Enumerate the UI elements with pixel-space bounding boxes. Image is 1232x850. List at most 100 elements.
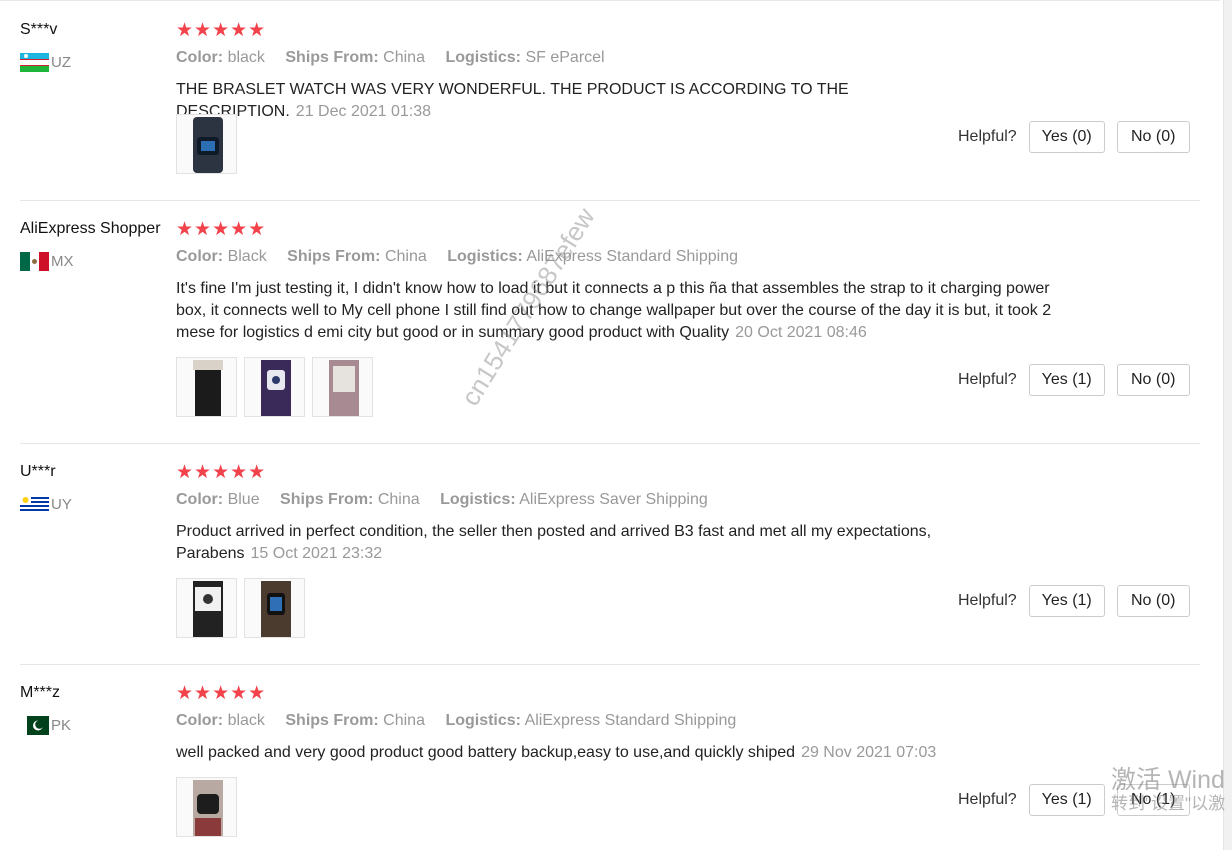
- review-date: 20 Oct 2021 08:46: [735, 324, 867, 341]
- review-body: THE BRASLET WATCH WAS VERY WONDERFUL. TH…: [176, 81, 849, 120]
- review-item: U***r UY ★★★★★ Color: Blue Ships From: C…: [0, 462, 1200, 665]
- review-photos: [176, 357, 373, 417]
- uruguay-flag-icon: [20, 495, 49, 514]
- reviewer-country: MX: [20, 252, 74, 271]
- helpful-no-button[interactable]: No (0): [1116, 364, 1190, 396]
- color-value: black: [227, 49, 265, 66]
- review-text: It's fine I'm just testing it, I didn't …: [176, 278, 1076, 344]
- color-value: Black: [227, 248, 267, 265]
- review-meta: Color: Black Ships From: China Logistics…: [176, 247, 1076, 267]
- country-code: UY: [51, 496, 72, 513]
- review-photos: [176, 578, 305, 638]
- review-photo[interactable]: [244, 578, 305, 638]
- helpful-yes-button[interactable]: Yes (1): [1028, 364, 1105, 396]
- review-photo[interactable]: [176, 777, 237, 837]
- review-text: Product arrived in perfect condition, th…: [176, 521, 1076, 565]
- review-body: It's fine I'm just testing it, I didn't …: [176, 280, 1052, 341]
- mexico-flag-icon: [20, 252, 49, 271]
- vertical-scrollbar[interactable]: [1223, 0, 1232, 850]
- color-key: Color:: [176, 49, 224, 66]
- star-rating: ★★★★★: [176, 462, 267, 483]
- helpful-no-button[interactable]: No (0): [1116, 121, 1190, 153]
- review-date: 29 Nov 2021 07:03: [801, 744, 937, 761]
- ships-from-key: Ships From:: [287, 248, 381, 265]
- review-divider: [20, 664, 1200, 665]
- ships-from-value: China: [384, 248, 427, 265]
- logistics-key: Logistics:: [447, 248, 523, 265]
- ships-from-key: Ships From:: [280, 491, 374, 508]
- star-rating: ★★★★★: [176, 219, 267, 240]
- review-body: well packed and very good product good b…: [176, 744, 796, 761]
- ships-from-key: Ships From:: [285, 49, 379, 66]
- ships-from-key: Ships From:: [285, 712, 379, 729]
- review-text: THE BRASLET WATCH WAS VERY WONDERFUL. TH…: [176, 79, 1076, 123]
- helpful-yes-button[interactable]: Yes (1): [1028, 585, 1105, 617]
- reviewer-info: S***v UZ: [20, 20, 71, 72]
- review-photo[interactable]: [176, 357, 237, 417]
- helpful-controls: Helpful? Yes (0) No (0): [958, 121, 1190, 153]
- review-meta: Color: black Ships From: China Logistics…: [176, 711, 1076, 731]
- review-content: ★★★★★ Color: black Ships From: China Log…: [176, 20, 1076, 123]
- pakistan-flag-icon: [20, 716, 49, 735]
- review-date: 21 Dec 2021 01:38: [295, 103, 432, 120]
- reviewer-name: M***z: [20, 684, 61, 701]
- reviewer-country: UZ: [20, 53, 71, 72]
- star-rating: ★★★★★: [176, 20, 267, 41]
- helpful-controls: Helpful? Yes (1) No (0): [958, 364, 1190, 396]
- reviewer-name: AliExpress Shopper: [20, 220, 161, 237]
- country-code: PK: [51, 717, 72, 734]
- review-divider: [20, 200, 1200, 201]
- ships-from-value: China: [377, 491, 420, 508]
- country-code: MX: [51, 253, 74, 270]
- logistics-value: SF eParcel: [525, 49, 605, 66]
- review-content: ★★★★★ Color: Black Ships From: China Log…: [176, 219, 1076, 344]
- review-date: 15 Oct 2021 23:32: [250, 545, 383, 562]
- review-photo[interactable]: [176, 114, 237, 174]
- star-rating: ★★★★★: [176, 683, 267, 704]
- review-divider: [20, 443, 1200, 444]
- review-text: well packed and very good product good b…: [176, 742, 1076, 764]
- reviewer-name: U***r: [20, 463, 56, 480]
- color-key: Color:: [176, 248, 224, 265]
- review-photo[interactable]: [244, 357, 305, 417]
- color-key: Color:: [176, 712, 224, 729]
- helpful-label: Helpful?: [958, 371, 1017, 388]
- ships-from-value: China: [383, 49, 425, 66]
- review-photo[interactable]: [176, 578, 237, 638]
- review-photo[interactable]: [312, 357, 373, 417]
- reviewer-country: UY: [20, 495, 72, 514]
- reviewer-info: U***r UY: [20, 462, 72, 514]
- review-item: S***v UZ ★★★★★ Color: black Ships From: …: [0, 20, 1200, 201]
- logistics-value: AliExpress Standard Shipping: [524, 712, 737, 729]
- helpful-label: Helpful?: [958, 592, 1017, 609]
- review-meta: Color: Blue Ships From: China Logistics:…: [176, 490, 1076, 510]
- helpful-no-button[interactable]: No (0): [1116, 585, 1190, 617]
- review-item: AliExpress Shopper MX ★★★★★ Color: Black…: [0, 219, 1200, 444]
- helpful-no-button[interactable]: No (1): [1116, 784, 1190, 816]
- logistics-value: AliExpress Standard Shipping: [526, 248, 739, 265]
- color-value: black: [227, 712, 265, 729]
- color-key: Color:: [176, 491, 224, 508]
- logistics-value: AliExpress Saver Shipping: [519, 491, 708, 508]
- helpful-yes-button[interactable]: Yes (1): [1028, 784, 1105, 816]
- helpful-controls: Helpful? Yes (1) No (0): [958, 585, 1190, 617]
- review-content: ★★★★★ Color: black Ships From: China Log…: [176, 683, 1076, 764]
- logistics-key: Logistics:: [445, 712, 521, 729]
- helpful-label: Helpful?: [958, 128, 1017, 145]
- review-photos: [176, 114, 237, 174]
- review-photos: [176, 777, 237, 837]
- review-content: ★★★★★ Color: Blue Ships From: China Logi…: [176, 462, 1076, 565]
- helpful-yes-button[interactable]: Yes (0): [1028, 121, 1105, 153]
- review-item: M***z PK ★★★★★ Color: black Ships From: …: [0, 683, 1200, 850]
- reviewer-info: M***z PK: [20, 683, 71, 735]
- helpful-label: Helpful?: [958, 791, 1017, 808]
- reviewer-country: PK: [20, 716, 71, 735]
- top-border: [0, 0, 1220, 1]
- ships-from-value: China: [383, 712, 425, 729]
- uzbekistan-flag-icon: [20, 53, 49, 72]
- color-value: Blue: [227, 491, 260, 508]
- logistics-key: Logistics:: [445, 49, 521, 66]
- logistics-key: Logistics:: [440, 491, 516, 508]
- helpful-controls: Helpful? Yes (1) No (1): [958, 784, 1190, 816]
- reviewer-info: AliExpress Shopper MX: [20, 219, 161, 271]
